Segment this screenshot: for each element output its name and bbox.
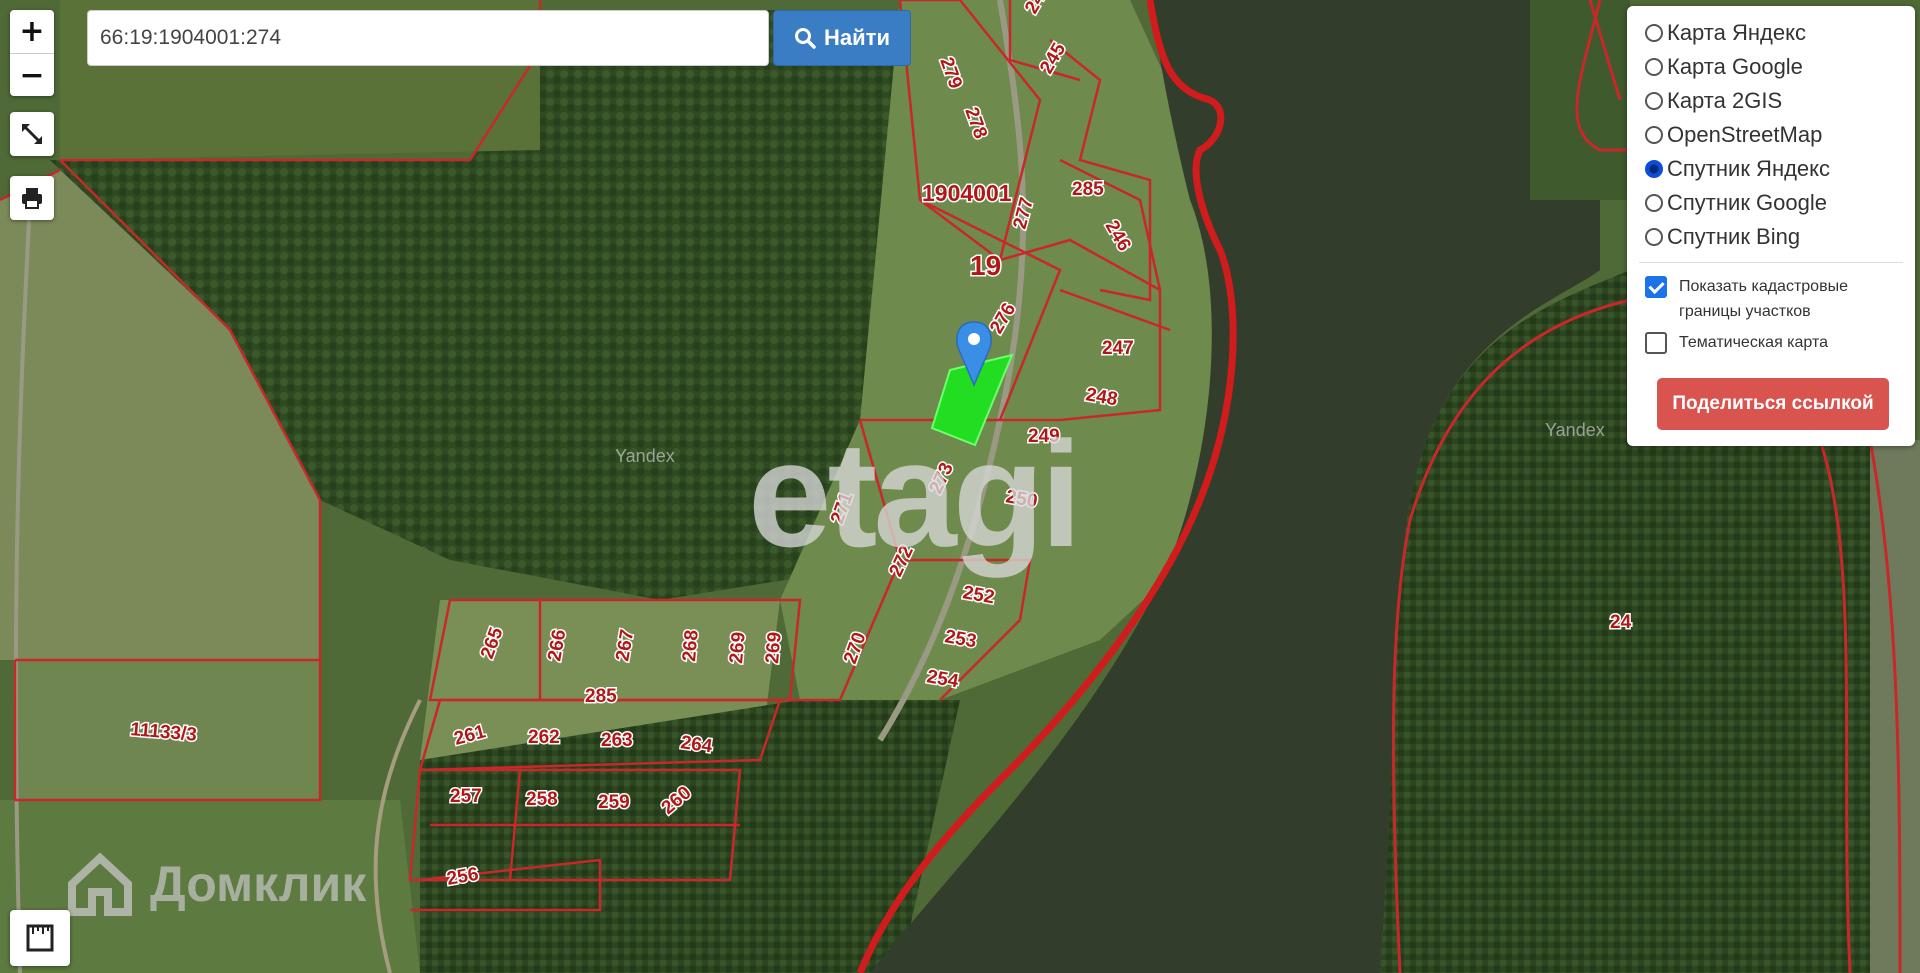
layer-option-label: Карта Яндекс	[1667, 20, 1806, 45]
layer-option-yandex-map[interactable]: Карта Яндекс	[1645, 20, 1806, 46]
layer-option-label: Карта 2GIS	[1667, 88, 1783, 113]
ruler-icon	[26, 924, 54, 952]
layer-option-label: Спутник Яндекс	[1667, 156, 1831, 181]
parcel-label: 269	[762, 631, 786, 664]
parcel-label: 259	[598, 792, 630, 813]
radio-button[interactable]	[1645, 228, 1663, 246]
parcel-label: 257	[450, 786, 482, 807]
radio-button[interactable]	[1645, 58, 1663, 76]
search-icon	[795, 28, 816, 49]
parcel-label: 24	[1610, 612, 1632, 633]
thematic-map-label: Тематическая карта	[1679, 334, 1829, 351]
share-link-button[interactable]: Поделиться ссылкой	[1657, 378, 1889, 430]
show-cadastral-label: Показать кадастровые границы участков	[1679, 278, 1848, 320]
parcel-label: 262	[528, 727, 560, 748]
checkbox-checked[interactable]	[1645, 276, 1667, 298]
share-link-label: Поделиться ссылкой	[1672, 393, 1874, 414]
domclick-logo-icon	[68, 852, 132, 916]
print-button[interactable]	[10, 176, 54, 220]
radio-button[interactable]	[1645, 194, 1663, 212]
domclick-label: Домклик	[150, 856, 367, 912]
zoom-out-button[interactable]: −	[10, 54, 54, 96]
radio-button-selected[interactable]	[1645, 160, 1663, 178]
parcel-label: 268	[679, 629, 703, 662]
parcel-label: 258	[526, 789, 558, 810]
layer-option-label: Спутник Bing	[1667, 224, 1801, 249]
checkbox[interactable]	[1645, 332, 1667, 354]
parcel-label: 247	[1102, 338, 1134, 359]
parcel-label: 269	[726, 631, 750, 664]
layer-option-yandex-satellite[interactable]: Спутник Яндекс	[1645, 156, 1830, 182]
domclick-watermark: Домклик	[64, 848, 366, 920]
layer-option-2gis-map[interactable]: Карта 2GIS	[1645, 88, 1782, 114]
printer-icon	[22, 188, 42, 209]
layer-option-bing-satellite[interactable]: Спутник Bing	[1645, 224, 1800, 250]
thematic-map-checkbox-row[interactable]: Тематическая карта	[1645, 330, 1828, 355]
layer-option-label: Спутник Google	[1667, 190, 1827, 215]
cadastral-search-input[interactable]	[87, 10, 769, 66]
layer-switcher-panel: Карта Яндекс Карта Google Карта 2GIS Ope…	[1627, 6, 1915, 446]
fullscreen-button[interactable]	[10, 112, 54, 156]
parcel-label: 285	[1072, 179, 1104, 200]
search-button-label: Найти	[824, 25, 890, 50]
plus-icon: +	[19, 14, 45, 49]
layer-option-label: Карта Google	[1667, 54, 1803, 79]
cadastral-district-label: 19	[970, 250, 1001, 281]
layer-option-label: OpenStreetMap	[1667, 122, 1823, 147]
zoom-in-button[interactable]: +	[10, 10, 54, 53]
radio-button[interactable]	[1645, 24, 1663, 42]
map-provider-label: Yandex	[1545, 420, 1605, 440]
parcel-label: 264	[679, 732, 714, 757]
expand-icon	[22, 124, 42, 144]
zoom-control: + −	[10, 10, 54, 96]
layer-option-google-satellite[interactable]: Спутник Google	[1645, 190, 1827, 216]
parcel-label: 263	[601, 730, 633, 751]
parcel-label: 285	[585, 686, 617, 707]
radio-button[interactable]	[1645, 126, 1663, 144]
cadastral-quarter-label: 1904001	[922, 180, 1012, 206]
ruler-button[interactable]	[10, 910, 70, 966]
layer-option-google-map[interactable]: Карта Google	[1645, 54, 1803, 80]
search-button[interactable]: Найти	[773, 10, 911, 66]
radio-button[interactable]	[1645, 92, 1663, 110]
panel-divider	[1639, 262, 1903, 263]
etagi-watermark: etagi	[748, 410, 1082, 578]
map-provider-label: Yandex	[615, 446, 675, 466]
minus-icon: −	[19, 58, 45, 93]
layer-option-openstreetmap[interactable]: OpenStreetMap	[1645, 122, 1822, 148]
show-cadastral-checkbox-row[interactable]: Показать кадастровые границы участков	[1645, 274, 1895, 324]
